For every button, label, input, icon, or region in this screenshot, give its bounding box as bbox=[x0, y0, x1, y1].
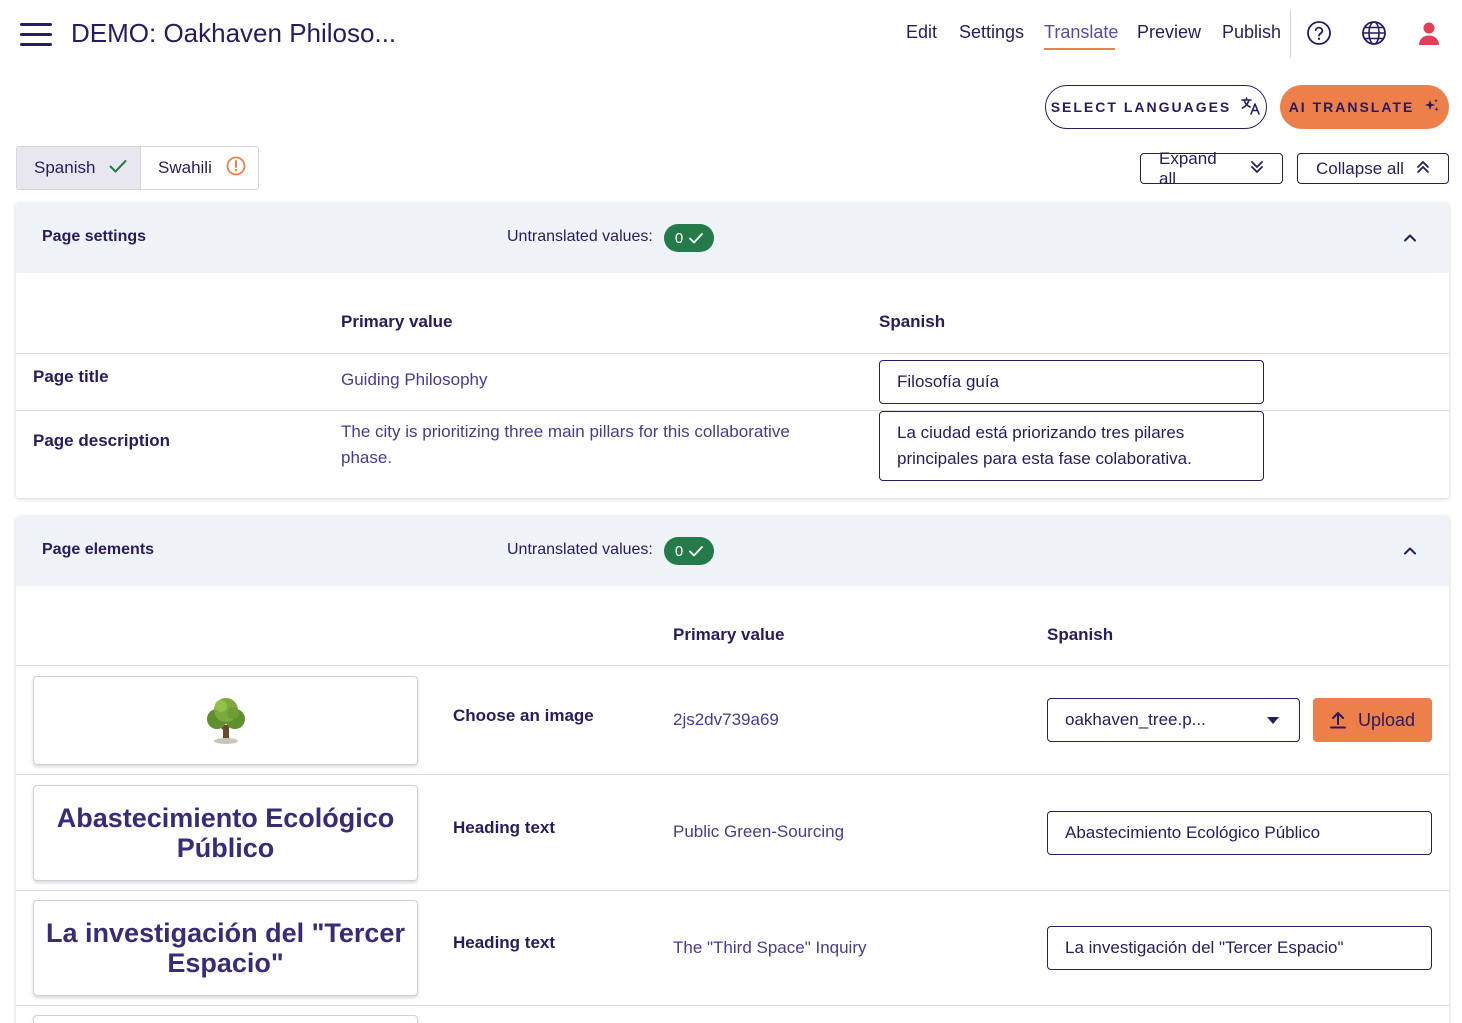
row-divider bbox=[16, 665, 1449, 666]
image-preview[interactable] bbox=[33, 676, 418, 765]
column-header-language: Spanish bbox=[879, 312, 946, 331]
row-label-heading-text: Heading text bbox=[453, 933, 556, 952]
user-icon[interactable] bbox=[1416, 20, 1444, 48]
row-label-heading-text: Heading text bbox=[453, 818, 556, 837]
row-divider bbox=[16, 774, 1449, 775]
collapse-all-label: Collapse all bbox=[1316, 158, 1404, 178]
tab-spanish[interactable]: Spanish bbox=[17, 147, 141, 189]
image-select-dropdown[interactable]: oakhaven_tree.p... bbox=[1047, 698, 1300, 742]
collapse-all-button[interactable]: Collapse all bbox=[1297, 153, 1449, 184]
heading-preview[interactable]: La investigación del "Tercer Espacio" bbox=[33, 900, 418, 996]
check-icon bbox=[689, 232, 704, 243]
page-description-translation-input[interactable]: La ciudad está priorizando tres pilares … bbox=[879, 411, 1264, 481]
tab-swahili[interactable]: Swahili bbox=[141, 147, 258, 189]
primary-value: 2js2dv739a69 bbox=[673, 710, 779, 729]
nav-publish[interactable]: Publish bbox=[1222, 22, 1281, 43]
page-elements-card: Page elements Untranslated values: 0 Pri… bbox=[16, 516, 1449, 1023]
upload-icon bbox=[1329, 712, 1346, 729]
chevron-up-icon[interactable] bbox=[1401, 229, 1419, 247]
help-icon[interactable] bbox=[1306, 20, 1334, 48]
row-label-choose-image: Choose an image bbox=[453, 706, 594, 725]
row-label-page-description: Page description bbox=[33, 431, 170, 450]
untranslated-label: Untranslated values: bbox=[507, 228, 653, 245]
nav-preview[interactable]: Preview bbox=[1137, 22, 1201, 43]
menu-icon[interactable] bbox=[20, 20, 54, 48]
page-title: DEMO: Oakhaven Philoso... bbox=[71, 18, 397, 48]
page-elements-header[interactable]: Page elements Untranslated values: 0 bbox=[16, 516, 1449, 586]
untranslated-label: Untranslated values: bbox=[507, 541, 653, 558]
chevron-up-icon[interactable] bbox=[1401, 542, 1419, 560]
upload-label: Upload bbox=[1357, 709, 1416, 730]
active-tab-indicator bbox=[1044, 48, 1115, 50]
heading-preview[interactable]: Abastecimiento Ecológico Público bbox=[33, 785, 418, 881]
check-icon bbox=[109, 158, 127, 178]
row-divider bbox=[16, 1005, 1449, 1006]
expand-all-button[interactable]: Expand all bbox=[1140, 149, 1283, 188]
warning-icon bbox=[226, 156, 246, 181]
double-chevron-up-icon bbox=[1416, 159, 1430, 179]
check-icon bbox=[689, 545, 704, 556]
primary-value: Public Green-Sourcing bbox=[673, 822, 845, 841]
language-tabs: Spanish Swahili bbox=[16, 146, 259, 190]
untranslated-count: 0 bbox=[674, 542, 684, 560]
nav-edit[interactable]: Edit bbox=[906, 22, 937, 43]
section-title: Page settings bbox=[42, 228, 147, 245]
primary-value: Guiding Philosophy bbox=[341, 370, 488, 389]
select-languages-button[interactable]: SELECT LANGUAGES bbox=[1045, 85, 1267, 129]
double-chevron-down-icon bbox=[1250, 159, 1264, 179]
heading-translation-input[interactable]: La investigación del "Tercer Espacio" bbox=[1047, 926, 1432, 970]
row-divider bbox=[16, 890, 1449, 891]
heading-translation-input[interactable]: Abastecimiento Ecológico Público bbox=[1047, 811, 1432, 855]
page-settings-card: Page settings Untranslated values: 0 Pri… bbox=[16, 203, 1449, 498]
page-settings-header[interactable]: Page settings Untranslated values: 0 bbox=[16, 203, 1449, 273]
untranslated-count-badge: 0 bbox=[664, 537, 714, 565]
select-languages-label: SELECT LANGUAGES bbox=[1050, 99, 1232, 115]
nav-translate[interactable]: Translate bbox=[1044, 22, 1118, 43]
element-preview[interactable] bbox=[33, 1015, 418, 1023]
sparkle-icon bbox=[1424, 98, 1440, 117]
row-label-page-title: Page title bbox=[33, 367, 109, 386]
heading-preview-text: La investigación del "Tercer Espacio" bbox=[46, 918, 405, 978]
column-header-primary: Primary value bbox=[341, 312, 453, 331]
upload-button[interactable]: Upload bbox=[1313, 698, 1432, 742]
translate-icon bbox=[1241, 96, 1261, 118]
globe-icon[interactable] bbox=[1361, 20, 1389, 48]
nav-divider bbox=[1290, 10, 1291, 58]
nav-settings[interactable]: Settings bbox=[959, 22, 1024, 43]
ai-translate-label: AI TRANSLATE bbox=[1288, 99, 1415, 115]
tab-spanish-label: Spanish bbox=[34, 158, 96, 177]
tab-swahili-label: Swahili bbox=[158, 158, 212, 177]
caret-down-icon bbox=[1267, 717, 1279, 724]
tree-icon bbox=[206, 697, 245, 744]
ai-translate-button[interactable]: AI TRANSLATE bbox=[1280, 85, 1449, 129]
row-divider bbox=[16, 353, 1449, 354]
untranslated-count-badge: 0 bbox=[664, 224, 714, 252]
top-bar: DEMO: Oakhaven Philoso... Edit Settings … bbox=[0, 0, 1462, 68]
selected-image-value: oakhaven_tree.p... bbox=[1065, 710, 1206, 729]
primary-value: The city is prioritizing three main pill… bbox=[341, 422, 790, 467]
column-header-primary: Primary value bbox=[673, 625, 785, 644]
heading-preview-text: Abastecimiento Ecológico Público bbox=[56, 803, 395, 863]
untranslated-count: 0 bbox=[674, 229, 684, 247]
expand-all-label: Expand all bbox=[1159, 148, 1217, 188]
page-title-translation-input[interactable]: Filosofía guía bbox=[879, 360, 1264, 404]
primary-value: The "Third Space" Inquiry bbox=[673, 938, 867, 957]
column-header-language: Spanish bbox=[1047, 625, 1114, 644]
section-title: Page elements bbox=[42, 541, 155, 558]
